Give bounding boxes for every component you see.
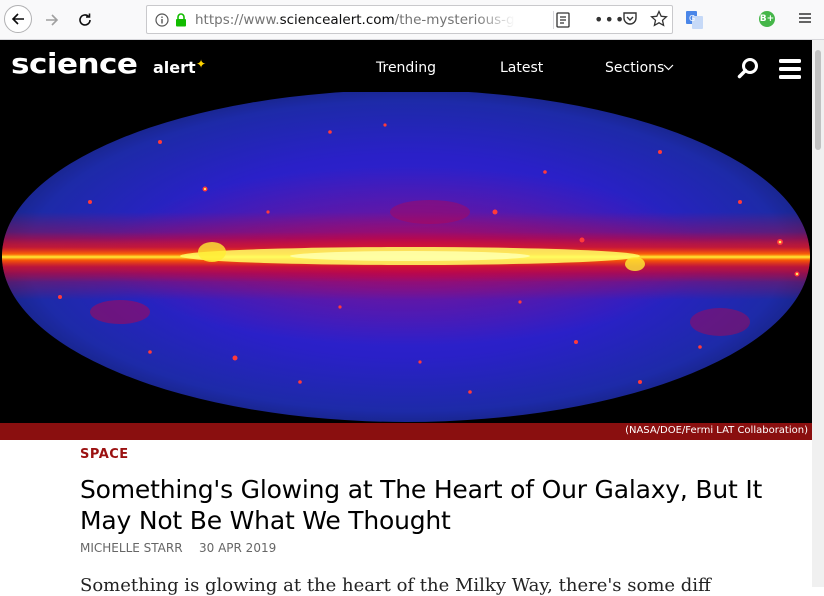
nav-latest[interactable]: Latest [500,60,543,76]
url-text[interactable]: https://www.sciencealert.com/the-mysteri… [195,12,515,28]
url-path: /the-mysterious-g [394,11,515,28]
gamma-ray-sky-map [0,92,812,423]
url-bar[interactable]: https://www.sciencealert.com/the-mysteri… [146,5,673,34]
nav-sections[interactable]: Sections [605,60,664,76]
page-scrollbar-thumb[interactable] [815,50,821,150]
reader-view-icon[interactable] [556,12,570,28]
article-headline: Something's Glowing at The Heart of Our … [80,475,763,535]
chevron-down-icon[interactable] [663,64,674,71]
lock-icon[interactable] [175,12,187,27]
article-category[interactable]: SPACE [80,447,129,462]
reload-icon [79,13,91,26]
svg-text:G: G [689,14,695,23]
browser-menu-icon[interactable] [798,11,812,25]
article-author[interactable]: MICHELLE STARR [80,541,183,555]
hamburger-menu-icon[interactable] [779,59,801,79]
forward-button[interactable] [37,5,67,35]
image-caption-bar: (NASA/DOE/Fermi LAT Collaboration) [0,423,812,440]
article-body-first-line: Something is glowing at the heart of the… [80,575,711,596]
hero-image [0,92,812,423]
extension-b-icon[interactable]: B+ [759,11,775,27]
url-divider [553,11,554,29]
image-credit: (NASA/DOE/Fermi LAT Collaboration) [625,425,808,436]
url-prefix: https://www. [195,11,280,28]
article-date: 30 APR 2019 [199,541,277,555]
logo-science-text: science [11,48,138,81]
back-button[interactable] [4,5,32,33]
translate-extension-icon[interactable]: G [686,11,704,29]
site-header: science alert ✦ Trending Latest Sections [0,40,812,92]
page-actions-more-icon[interactable]: ••• [594,10,625,29]
url-domain: sciencealert.com [279,11,395,28]
reload-button[interactable] [70,5,100,35]
browser-toolbar: https://www.sciencealert.com/the-mysteri… [0,0,824,40]
logo-alert-text: alert [153,58,196,77]
bookmark-star-icon[interactable] [650,10,668,28]
nav-trending[interactable]: Trending [376,60,436,76]
search-icon[interactable] [737,57,759,79]
arrow-right-icon [46,14,59,26]
logo-spark-icon: ✦ [196,57,207,71]
arrow-left-icon [11,13,24,25]
pocket-icon[interactable] [622,11,638,27]
info-icon[interactable] [155,12,169,27]
